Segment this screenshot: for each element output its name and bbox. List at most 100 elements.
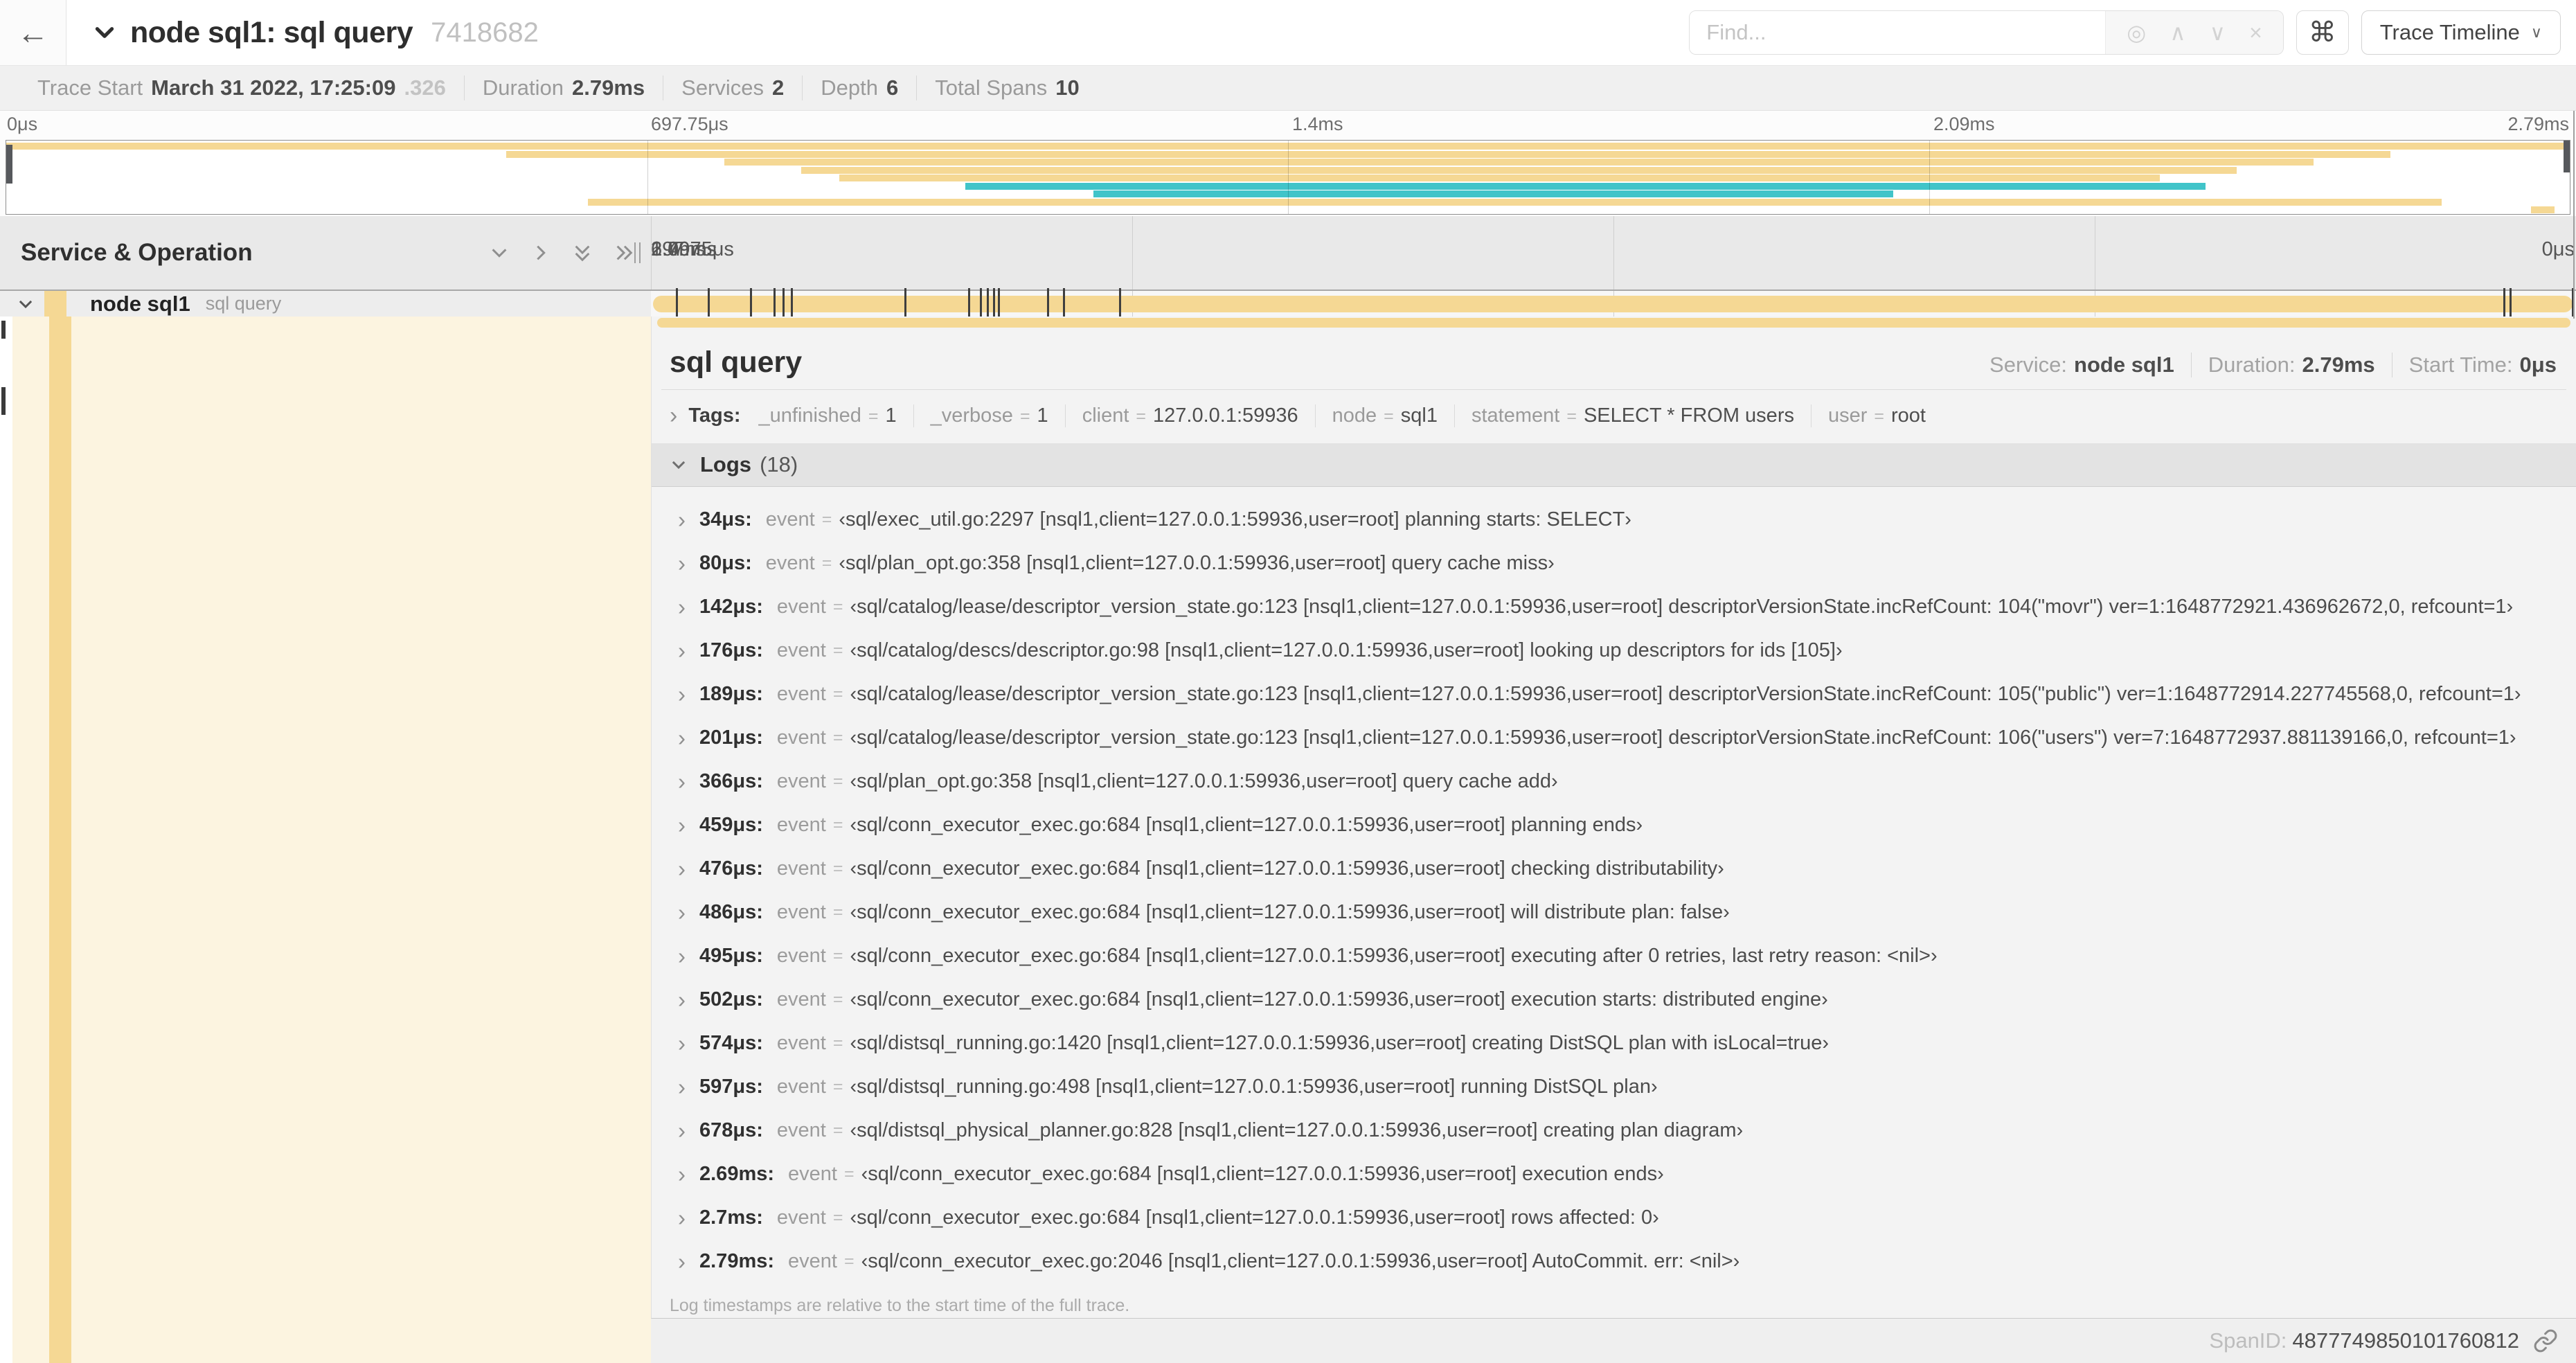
log-event-tick [790, 287, 793, 320]
minimap-gridline [1288, 141, 1289, 214]
log-field-equals: = [832, 1077, 843, 1096]
log-field-value: ‹sql/conn_executor_exec.go:684 [nsql1,cl… [850, 814, 1643, 836]
log-entry-row[interactable]: › 2.69ms: event = ‹sql/conn_executor_exe… [678, 1152, 2576, 1196]
log-field-key: event [776, 639, 826, 661]
log-entry-row[interactable]: › 80μs: event = ‹sql/plan_opt.go:358 [ns… [678, 542, 2576, 585]
span-duration-bar[interactable] [653, 295, 2573, 312]
log-field-equals: = [832, 684, 843, 704]
log-field-key: event [788, 1250, 837, 1272]
log-field-key: event [765, 508, 815, 531]
view-selector-button[interactable]: Trace Timeline ∨ [2361, 10, 2561, 55]
collapse-controls [489, 242, 651, 263]
minimap-ruler: 0μs 697.75μs 1.4ms 2.09ms 2.79ms [6, 114, 2570, 139]
log-entry-row[interactable]: › 597μs: event = ‹sql/distsql_running.go… [678, 1065, 2576, 1109]
log-field-equals: = [832, 772, 843, 791]
log-field-equals: = [832, 859, 843, 878]
minimap-canvas[interactable] [6, 140, 2570, 215]
log-timestamp: 176μs: [699, 639, 763, 661]
chevron-right-icon: › [678, 637, 686, 663]
collapse-one-icon[interactable] [489, 242, 510, 263]
log-entry-row[interactable]: › 2.7ms: event = ‹sql/conn_executor_exec… [678, 1196, 2576, 1240]
detail-meta-item: Start Time: 0μs [2408, 353, 2557, 377]
chevron-right-icon: › [678, 812, 686, 838]
log-entry-row[interactable]: › 2.79ms: event = ‹sql/conn_executor_exe… [678, 1240, 2576, 1283]
trace-summary-bar: Trace Start March 31 2022, 17:25:09.326 Du… [0, 65, 2576, 111]
logs-count: (18) [760, 452, 798, 476]
log-list: › 34μs: event = ‹sql/exec_util.go:2297 [… [652, 487, 2576, 1283]
column-resize-handle[interactable] [634, 242, 647, 263]
log-entry-row[interactable]: › 176μs: event = ‹sql/catalog/descs/desc… [678, 629, 2576, 672]
log-field-value: ‹sql/conn_executor_exec.go:684 [nsql1,cl… [850, 945, 1938, 967]
find-input[interactable] [1690, 11, 2106, 54]
minimap-right-drag-handle[interactable] [2564, 141, 2570, 172]
timeline-gridline [1613, 216, 1614, 289]
log-entry-row[interactable]: › 366μs: event = ‹sql/plan_opt.go:358 [n… [678, 760, 2576, 803]
trace-page: ← node sql1: sql query 7418682 ◎ ∧ ∨ × ⌘… [0, 0, 2576, 1363]
tag-chip: _unfinished = 1 [759, 404, 914, 427]
log-entry-row[interactable]: › 574μs: event = ‹sql/distsql_running.go… [678, 1022, 2576, 1065]
trace-meta-item: Services 2 [663, 75, 803, 100]
tags-accordion[interactable]: › Tags: _unfinished = 1 _verbose = 1 client = 12… [652, 390, 2576, 439]
collapse-all-icon[interactable] [572, 242, 593, 263]
log-entry-row[interactable]: › 459μs: event = ‹sql/conn_executor_exec… [678, 803, 2576, 847]
log-entry-row[interactable]: › 142μs: event = ‹sql/catalog/lease/desc… [678, 585, 2576, 629]
chevron-right-icon: › [678, 1030, 686, 1056]
log-field-equals: = [832, 1208, 843, 1227]
log-timestamp: 189μs: [699, 683, 763, 705]
clear-search-icon[interactable]: × [2249, 21, 2262, 44]
span-row-timeline [651, 287, 2576, 320]
expand-one-icon[interactable] [530, 242, 551, 263]
tag-chip: client = 127.0.0.1:59936 [1066, 404, 1316, 427]
minimap-span-bar [965, 182, 2206, 190]
detail-meta-item: Duration: 2.79ms [2192, 353, 2392, 377]
log-field-equals: = [843, 1251, 855, 1271]
chevron-right-icon: › [678, 506, 686, 533]
log-field-value: ‹sql/catalog/descs/descriptor.go:98 [nsq… [850, 639, 1843, 661]
log-entry-row[interactable]: › 502μs: event = ‹sql/conn_executor_exec… [678, 978, 2576, 1022]
trace-collapse-chevron-icon[interactable] [93, 21, 116, 44]
span-row[interactable]: node sql1 sql query [0, 287, 2576, 320]
log-event-tick [782, 287, 785, 320]
log-entry-row[interactable]: › 476μs: event = ‹sql/conn_executor_exec… [678, 847, 2576, 891]
keyboard-shortcuts-button[interactable]: ⌘ [2296, 10, 2349, 55]
logs-accordion-header[interactable]: Logs (18) [652, 443, 2576, 487]
ruler-tick-label: 2.79ms [651, 238, 717, 260]
topbar-controls: ◎ ∧ ∨ × ⌘ Trace Timeline ∨ [1689, 10, 2576, 55]
log-entry-row[interactable]: › 495μs: event = ‹sql/conn_executor_exec… [678, 934, 2576, 978]
find-group: ◎ ∧ ∨ × [1689, 10, 2284, 55]
log-timestamp: 502μs: [699, 988, 763, 1010]
ruler-tick-label: 2.79ms [2507, 114, 2569, 134]
deep-link-icon[interactable] [2533, 1328, 2558, 1353]
trace-id: 7418682 [431, 17, 539, 48]
log-field-equals: = [832, 902, 843, 922]
locate-match-icon[interactable]: ◎ [2127, 21, 2146, 44]
log-entry-row[interactable]: › 678μs: event = ‹sql/distsql_physical_p… [678, 1109, 2576, 1152]
log-field-value: ‹sql/conn_executor_exec.go:684 [nsql1,cl… [850, 988, 1828, 1010]
timeline-ruler: 0μs 697.75μs 1.4ms 2.09ms 2.79ms [651, 216, 2576, 289]
log-event-tick [986, 287, 989, 320]
prev-match-icon[interactable]: ∧ [2170, 21, 2185, 44]
chevron-right-icon: › [678, 1204, 686, 1231]
log-entry-row[interactable]: › 34μs: event = ‹sql/exec_util.go:2297 [… [678, 498, 2576, 542]
log-field-key: event [776, 596, 826, 618]
log-event-tick [979, 287, 982, 320]
log-field-key: event [776, 857, 826, 880]
chevron-right-icon: › [678, 768, 686, 794]
back-button[interactable]: ← [0, 0, 66, 65]
log-entry-row[interactable]: › 486μs: event = ‹sql/conn_executor_exec… [678, 891, 2576, 934]
chevron-right-icon: › [678, 681, 686, 707]
log-field-value: ‹sql/plan_opt.go:358 [nsql1,client=127.0… [839, 552, 1555, 574]
log-field-key: event [776, 1076, 826, 1098]
log-field-key: event [776, 988, 826, 1010]
trace-meta-item: Total Spans 10 [935, 75, 1080, 100]
span-children-collapse-icon[interactable] [17, 295, 35, 313]
log-field-value: ‹sql/conn_executor_exec.go:684 [nsql1,cl… [850, 1206, 1659, 1229]
log-entry-row[interactable]: › 189μs: event = ‹sql/catalog/lease/desc… [678, 672, 2576, 716]
expand-all-icon[interactable] [614, 242, 634, 263]
next-match-icon[interactable]: ∨ [2210, 21, 2226, 44]
minimap-left-drag-handle[interactable] [6, 145, 12, 184]
log-field-value: ‹sql/catalog/lease/descriptor_version_st… [850, 727, 2516, 749]
log-entry-row[interactable]: › 201μs: event = ‹sql/catalog/lease/desc… [678, 716, 2576, 760]
tag-chip: _verbose = 1 [914, 404, 1066, 427]
log-timestamp: 2.7ms: [699, 1206, 763, 1229]
